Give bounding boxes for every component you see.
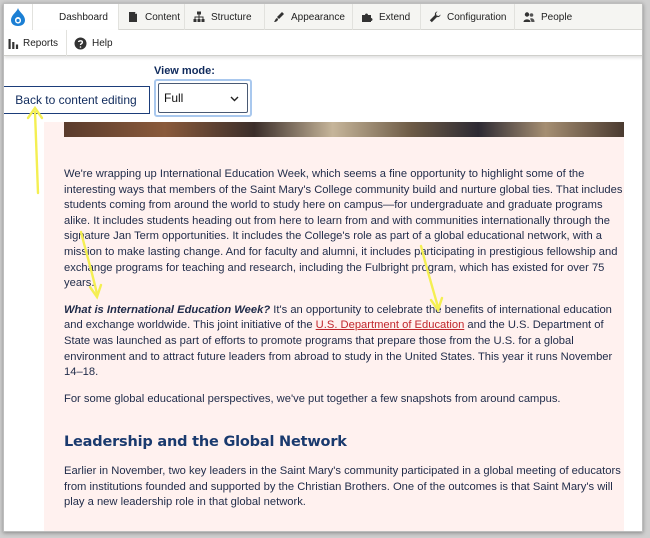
paragraph-snapshots: For some global educational perspectives… [64,392,561,405]
tab-extend[interactable]: Extend [352,4,420,30]
tab-extend-label: Extend [379,11,411,23]
tab-help-label: Help [92,37,113,49]
article-body: We're wrapping up International Educatio… [64,167,624,522]
view-mode-select[interactable]: Full [154,79,252,117]
help-icon [74,37,87,49]
tab-dashboard-label: Dashboard [59,11,108,23]
paint-brush-icon [274,12,284,22]
section-heading: Leadership and the Global Network [64,434,347,451]
article-preview: We're wrapping up International Educatio… [44,122,624,531]
paragraph-iew: What is International Education Week? It… [64,303,624,381]
tab-people-label: People [541,11,573,23]
people-icon [523,12,535,22]
hero-image [64,122,624,137]
tab-configuration-label: Configuration [447,11,507,23]
admin-toolbar: Dashboard Content Structure Appearance E… [4,4,642,30]
back-to-content-editing-button[interactable]: Back to content editing [4,86,150,114]
wrench-icon [429,11,441,23]
paragraph-iew-lead: What is International Education Week? [64,303,271,316]
tab-reports[interactable]: Reports [4,30,66,56]
view-mode-label: View mode: [154,65,215,77]
tab-people[interactable]: People [514,4,642,30]
us-department-of-education-link[interactable]: U.S. Department of Education [316,319,465,331]
browser-frame: Dashboard Content Structure Appearance E… [3,3,643,532]
tab-configuration[interactable]: Configuration [420,4,514,30]
chevron-down-icon [230,96,239,102]
view-mode-selected-value: Full [164,91,184,105]
bar-chart-icon [8,38,19,49]
document-icon [129,12,137,22]
tab-dashboard[interactable]: Dashboard [32,4,118,30]
puzzle-icon [362,13,373,22]
paragraph-leadership: Earlier in November, two key leaders in … [64,464,621,509]
drupal-drop-icon[interactable] [4,4,32,30]
admin-toolbar-secondary: Reports Help [4,30,642,56]
tab-content[interactable]: Content [118,4,184,30]
tab-reports-label: Reports [23,37,59,49]
tab-help[interactable]: Help [66,30,120,56]
paragraph-intro: We're wrapping up International Educatio… [64,168,623,290]
tab-content-label: Content [145,11,181,23]
tab-appearance-label: Appearance [291,11,345,23]
tab-structure[interactable]: Structure [184,4,264,30]
tab-appearance[interactable]: Appearance [264,4,352,30]
tab-structure-label: Structure [211,11,252,23]
sitemap-icon [193,11,205,22]
